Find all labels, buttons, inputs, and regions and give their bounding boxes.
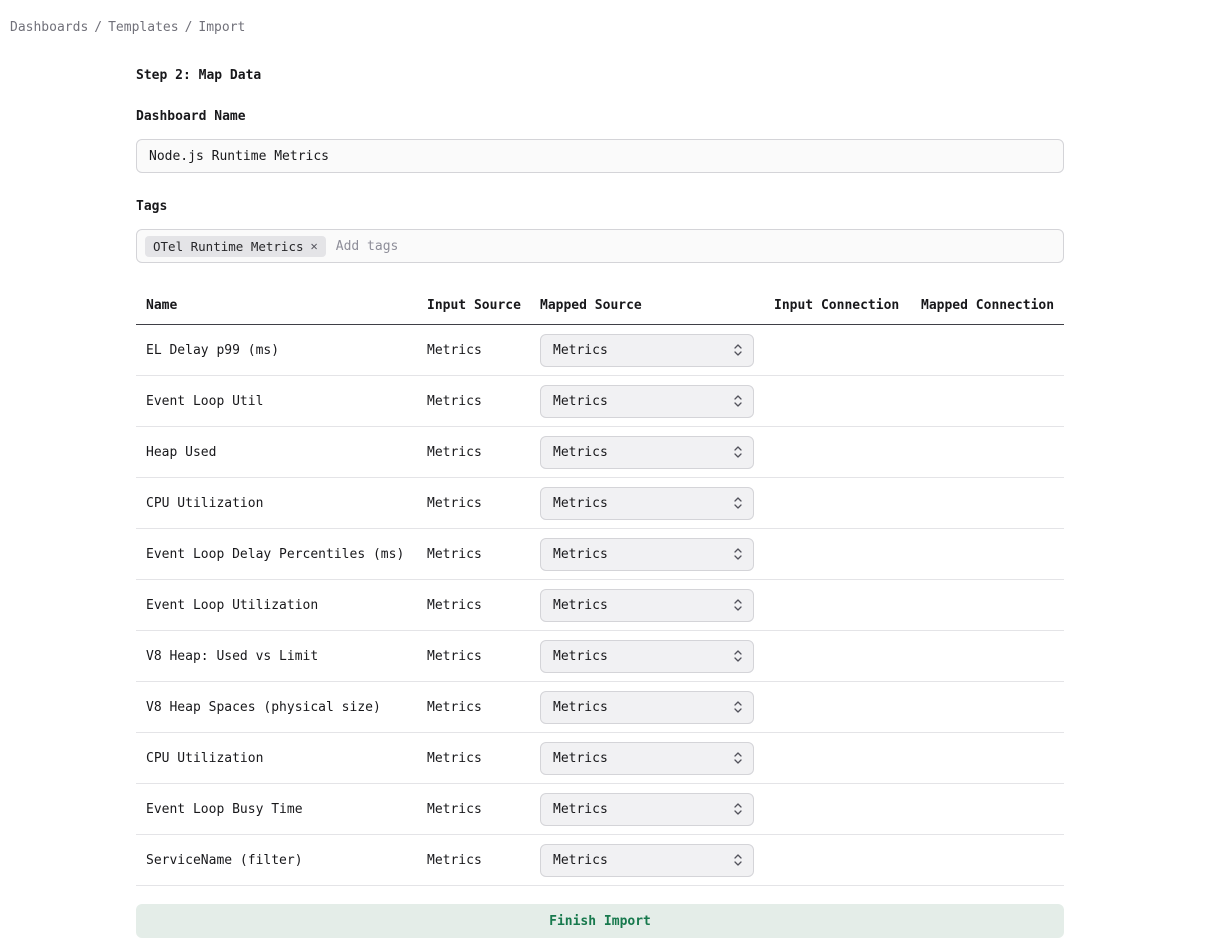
select-updown-icon [733, 343, 743, 357]
mapped-source-select[interactable]: Metrics [540, 334, 754, 367]
mapped-source-selected-value: Metrics [553, 700, 608, 715]
mapped-source-select[interactable]: Metrics [540, 589, 754, 622]
mapping-table: Name Input Source Mapped Source Input Co… [136, 287, 1064, 886]
mapped-source-select[interactable]: Metrics [540, 385, 754, 418]
mapped-source-selected-value: Metrics [553, 649, 608, 664]
row-name: Event Loop Busy Time [146, 802, 427, 817]
table-row: Heap Used Metrics Metrics [136, 427, 1064, 478]
mapped-source-select[interactable]: Metrics [540, 793, 754, 826]
mapped-source-selected-value: Metrics [553, 496, 608, 511]
import-wizard-content: Step 2: Map Data Dashboard Name Node.js … [136, 68, 1064, 938]
mapped-source-selected-value: Metrics [553, 547, 608, 562]
row-input-source: Metrics [427, 700, 540, 715]
row-name: V8 Heap: Used vs Limit [146, 649, 427, 664]
row-input-source: Metrics [427, 496, 540, 511]
finish-import-button[interactable]: Finish Import [136, 904, 1064, 938]
mapped-source-select[interactable]: Metrics [540, 487, 754, 520]
row-name: Event Loop Utilization [146, 598, 427, 613]
row-name: CPU Utilization [146, 496, 427, 511]
breadcrumb-separator: / [185, 20, 193, 35]
mapped-source-select[interactable]: Metrics [540, 691, 754, 724]
dashboard-name-input[interactable]: Node.js Runtime Metrics [136, 139, 1064, 173]
table-row: CPU Utilization Metrics Metrics [136, 478, 1064, 529]
breadcrumb-item-dashboards[interactable]: Dashboards [10, 20, 88, 35]
mapped-source-selected-value: Metrics [553, 343, 608, 358]
row-name: Event Loop Util [146, 394, 427, 409]
column-header-input-source: Input Source [427, 298, 540, 313]
row-input-source: Metrics [427, 853, 540, 868]
dashboard-name-label: Dashboard Name [136, 109, 1064, 124]
select-updown-icon [733, 394, 743, 408]
mapped-source-selected-value: Metrics [553, 751, 608, 766]
column-header-mapped-source: Mapped Source [540, 298, 774, 313]
row-input-source: Metrics [427, 394, 540, 409]
select-updown-icon [733, 700, 743, 714]
breadcrumb-separator: / [94, 20, 102, 35]
row-input-source: Metrics [427, 547, 540, 562]
mapped-source-selected-value: Metrics [553, 853, 608, 868]
row-name: ServiceName (filter) [146, 853, 427, 868]
tag-chip-label: OTel Runtime Metrics [153, 239, 304, 254]
row-input-source: Metrics [427, 802, 540, 817]
row-input-source: Metrics [427, 343, 540, 358]
breadcrumb-item-import[interactable]: Import [198, 20, 245, 35]
select-updown-icon [733, 445, 743, 459]
table-row: Event Loop Busy Time Metrics Metrics [136, 784, 1064, 835]
row-input-source: Metrics [427, 598, 540, 613]
row-name: Event Loop Delay Percentiles (ms) [146, 547, 427, 562]
tag-chip: OTel Runtime Metrics ✕ [145, 236, 326, 257]
mapped-source-select[interactable]: Metrics [540, 742, 754, 775]
select-updown-icon [733, 649, 743, 663]
tags-label: Tags [136, 199, 1064, 214]
row-name: Heap Used [146, 445, 427, 460]
dashboard-name-value: Node.js Runtime Metrics [149, 149, 329, 164]
table-body: EL Delay p99 (ms) Metrics Metrics Event … [136, 325, 1064, 886]
table-row: CPU Utilization Metrics Metrics [136, 733, 1064, 784]
table-row: ServiceName (filter) Metrics Metrics [136, 835, 1064, 886]
select-updown-icon [733, 802, 743, 816]
table-row: Event Loop Utilization Metrics Metrics [136, 580, 1064, 631]
tags-input[interactable]: OTel Runtime Metrics ✕ Add tags [136, 229, 1064, 263]
row-input-source: Metrics [427, 751, 540, 766]
select-updown-icon [733, 598, 743, 612]
breadcrumb: Dashboards / Templates / Import [0, 0, 1210, 35]
row-name: CPU Utilization [146, 751, 427, 766]
mapped-source-selected-value: Metrics [553, 394, 608, 409]
column-header-name: Name [146, 298, 427, 313]
table-row: EL Delay p99 (ms) Metrics Metrics [136, 325, 1064, 376]
tag-remove-icon[interactable]: ✕ [311, 240, 318, 252]
mapped-source-selected-value: Metrics [553, 445, 608, 460]
row-input-source: Metrics [427, 649, 540, 664]
row-name: EL Delay p99 (ms) [146, 343, 427, 358]
mapped-source-select[interactable]: Metrics [540, 640, 754, 673]
select-updown-icon [733, 496, 743, 510]
table-row: Event Loop Util Metrics Metrics [136, 376, 1064, 427]
row-name: V8 Heap Spaces (physical size) [146, 700, 427, 715]
step-title: Step 2: Map Data [136, 68, 1064, 83]
select-updown-icon [733, 853, 743, 867]
column-header-mapped-connection: Mapped Connection [921, 298, 1064, 313]
mapped-source-select[interactable]: Metrics [540, 844, 754, 877]
column-header-input-connection: Input Connection [774, 298, 921, 313]
mapped-source-select[interactable]: Metrics [540, 436, 754, 469]
mapped-source-select[interactable]: Metrics [540, 538, 754, 571]
table-row: V8 Heap: Used vs Limit Metrics Metrics [136, 631, 1064, 682]
mapped-source-selected-value: Metrics [553, 598, 608, 613]
select-updown-icon [733, 751, 743, 765]
row-input-source: Metrics [427, 445, 540, 460]
mapped-source-selected-value: Metrics [553, 802, 608, 817]
table-header-row: Name Input Source Mapped Source Input Co… [136, 287, 1064, 325]
select-updown-icon [733, 547, 743, 561]
tags-placeholder: Add tags [336, 239, 399, 254]
breadcrumb-item-templates[interactable]: Templates [108, 20, 178, 35]
table-row: V8 Heap Spaces (physical size) Metrics M… [136, 682, 1064, 733]
table-row: Event Loop Delay Percentiles (ms) Metric… [136, 529, 1064, 580]
